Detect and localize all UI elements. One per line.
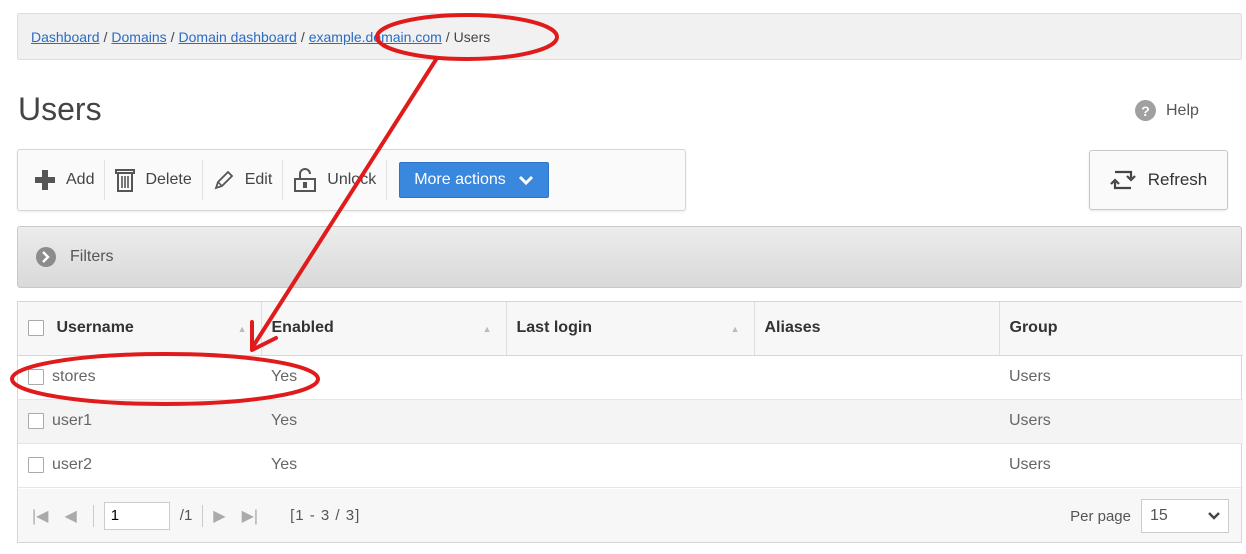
breadcrumb-domain-dashboard-link[interactable]: Domain dashboard	[179, 29, 297, 45]
column-label: Username	[56, 319, 134, 337]
help-label: Help	[1166, 101, 1199, 119]
row-checkbox[interactable]	[28, 368, 44, 385]
breadcrumb-domain-link[interactable]: example.domain.com	[309, 29, 442, 45]
chevron-down-icon	[518, 174, 534, 186]
last-login-cell	[506, 443, 754, 488]
edit-button[interactable]: Edit	[203, 160, 284, 200]
sort-arrow-icon: ▲	[237, 324, 247, 334]
refresh-label: Refresh	[1147, 170, 1208, 189]
breadcrumb-separator: /	[300, 28, 305, 45]
enabled-cell: Yes	[261, 443, 506, 488]
column-label: Last login	[516, 319, 593, 337]
username-cell: user2	[52, 456, 93, 473]
plus-icon	[34, 169, 56, 191]
refresh-button[interactable]: Refresh	[1089, 150, 1228, 210]
column-header-last-login[interactable]: Last login ▲	[506, 302, 755, 356]
table-row[interactable]: stores Yes Users	[18, 355, 1243, 400]
column-label: Aliases	[764, 319, 821, 337]
breadcrumb: Dashboard / Domains / Domain dashboard /…	[17, 13, 1242, 60]
edit-label: Edit	[244, 171, 273, 188]
unlock-label: Unlock	[327, 171, 377, 188]
select-all-checkbox[interactable]	[28, 320, 44, 337]
table-row[interactable]: user1 Yes Users	[18, 399, 1243, 444]
aliases-cell	[754, 443, 999, 488]
breadcrumb-separator: /	[103, 28, 108, 45]
last-login-cell	[506, 399, 754, 444]
per-page-value: 15	[1150, 507, 1168, 524]
breadcrumb-current: Users	[453, 28, 491, 45]
first-page-icon[interactable]: |◀	[32, 506, 48, 526]
help-icon: ?	[1135, 100, 1156, 121]
table-row[interactable]: user2 Yes Users	[18, 443, 1243, 488]
breadcrumb-dashboard-link[interactable]: Dashboard	[31, 29, 100, 45]
per-page-label: Per page	[1070, 507, 1131, 525]
divider	[202, 504, 204, 527]
filters-panel-toggle[interactable]: Filters	[17, 226, 1242, 288]
per-page-control: Per page 15	[1070, 499, 1229, 533]
sort-arrow-icon: ▲	[482, 324, 492, 334]
trash-icon	[115, 168, 136, 192]
add-button[interactable]: Add	[24, 160, 106, 200]
column-header-aliases[interactable]: Aliases	[754, 302, 1000, 356]
group-cell: Users	[999, 355, 1243, 400]
filters-label: Filters	[70, 248, 114, 265]
action-toolbar: Add Delete Edit Unlock More actions	[17, 149, 686, 211]
next-page-icon[interactable]: ▶	[213, 506, 225, 526]
last-page-icon[interactable]: ▶|	[242, 506, 258, 526]
row-checkbox[interactable]	[28, 412, 44, 429]
unlock-icon	[293, 168, 317, 192]
last-login-cell	[506, 355, 754, 400]
per-page-select[interactable]: 15	[1141, 499, 1229, 533]
table-header-row: Username ▲ Enabled ▲ Last login ▲ Aliase…	[18, 302, 1243, 356]
chevron-down-icon	[1208, 511, 1220, 521]
add-label: Add	[66, 171, 95, 188]
unlock-button[interactable]: Unlock	[283, 160, 388, 200]
record-range: [1 - 3 / 3]	[290, 507, 361, 524]
breadcrumb-separator: /	[445, 28, 450, 45]
group-cell: Users	[999, 399, 1243, 444]
enabled-cell: Yes	[261, 399, 506, 444]
more-actions-label: More actions	[414, 171, 506, 188]
breadcrumb-domains-link[interactable]: Domains	[111, 29, 166, 45]
page-title: Users	[18, 91, 102, 127]
enabled-cell: Yes	[261, 355, 506, 400]
column-label: Group	[1009, 319, 1058, 337]
column-header-username[interactable]: Username ▲	[18, 302, 262, 356]
breadcrumb-separator: /	[170, 28, 175, 45]
total-pages: /1	[179, 507, 193, 524]
more-actions-button[interactable]: More actions	[399, 162, 549, 198]
column-label: Enabled	[271, 319, 334, 337]
aliases-cell	[754, 355, 999, 400]
divider	[92, 504, 94, 527]
page-number-input[interactable]	[103, 501, 170, 530]
username-cell: user1	[52, 412, 93, 429]
users-table: Username ▲ Enabled ▲ Last login ▲ Aliase…	[17, 301, 1243, 543]
delete-label: Delete	[145, 171, 192, 188]
aliases-cell	[754, 399, 999, 444]
pencil-icon	[213, 169, 235, 191]
chevron-right-circle-icon	[35, 246, 57, 268]
group-cell: Users	[999, 443, 1243, 488]
username-cell: stores	[52, 368, 96, 385]
column-header-group[interactable]: Group	[999, 302, 1243, 356]
refresh-icon	[1109, 168, 1136, 192]
row-checkbox[interactable]	[28, 456, 44, 473]
previous-page-icon[interactable]: ◀	[64, 506, 76, 526]
help-link[interactable]: ? Help	[1135, 100, 1199, 121]
sort-arrow-icon: ▲	[730, 324, 740, 334]
delete-button[interactable]: Delete	[105, 160, 203, 200]
column-header-enabled[interactable]: Enabled ▲	[261, 302, 507, 356]
pagination-bar: |◀ ◀ /1 ▶ ▶| [1 - 3 / 3] Per page 15	[18, 489, 1241, 542]
